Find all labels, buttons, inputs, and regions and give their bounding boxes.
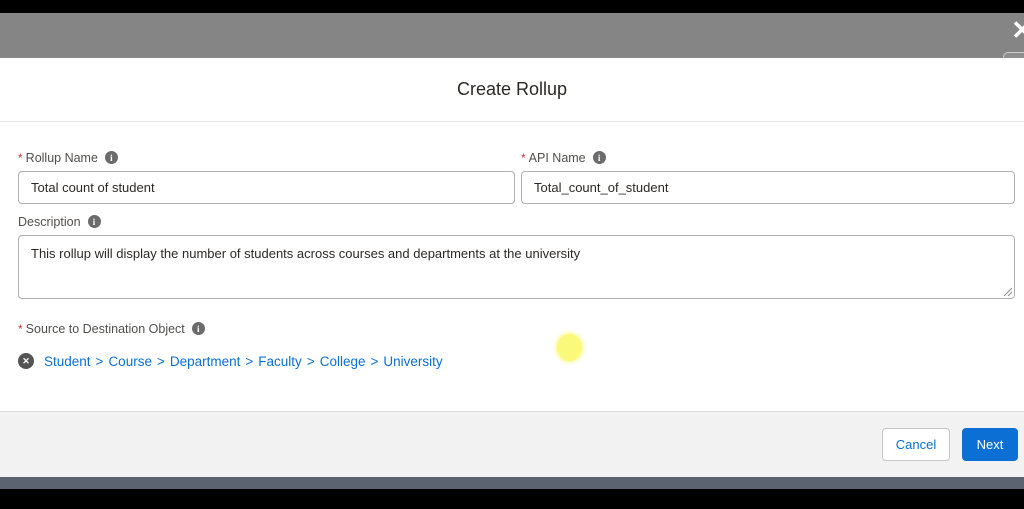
required-marker: * bbox=[521, 150, 526, 165]
rollup-name-label-text: Rollup Name bbox=[25, 150, 98, 165]
required-marker: * bbox=[18, 321, 23, 336]
info-icon[interactable]: i bbox=[104, 151, 118, 164]
breadcrumb: Student > Course > Department > Faculty > Colleg… bbox=[44, 354, 443, 369]
description-label: Description i bbox=[18, 214, 1015, 229]
modal-header: Create Rollup bbox=[0, 58, 1024, 122]
modal-footer: Cancel Next bbox=[0, 411, 1024, 477]
info-icon[interactable]: i bbox=[191, 322, 205, 335]
source-to-destination-label-text: Source to Destination Object bbox=[25, 321, 185, 336]
info-icon[interactable]: i bbox=[592, 151, 606, 164]
textarea-resize-handle[interactable] bbox=[1003, 287, 1012, 296]
bottom-letterbox-bar bbox=[0, 489, 1024, 509]
page-title: Create Rollup bbox=[456, 79, 568, 99]
api-name-input[interactable] bbox=[521, 171, 1015, 204]
source-to-destination-label: * Source to Destination Object i bbox=[18, 321, 1015, 336]
required-marker: * bbox=[18, 150, 23, 165]
breadcrumb-link-course[interactable]: Course bbox=[108, 354, 152, 369]
breadcrumb-link-department[interactable]: Department bbox=[170, 354, 241, 369]
name-fields-row: * Rollup Name i * API Name i bbox=[18, 150, 1015, 204]
description-textarea-wrap: This rollup will display the number of s… bbox=[18, 235, 1015, 299]
breadcrumb-link-university[interactable]: University bbox=[383, 354, 442, 369]
create-rollup-modal: Create Rollup * Rollup Name i * API Name… bbox=[0, 58, 1024, 477]
breadcrumb-link-student[interactable]: Student bbox=[44, 354, 91, 369]
breadcrumb-separator: > bbox=[245, 353, 254, 369]
breadcrumb-separator: > bbox=[370, 353, 379, 369]
breadcrumb-separator: > bbox=[306, 353, 315, 369]
api-name-field-group: * API Name i bbox=[521, 150, 1015, 204]
rollup-name-input[interactable] bbox=[18, 171, 515, 204]
rollup-name-field-group: * Rollup Name i bbox=[18, 150, 515, 204]
bottom-taskbar-strip bbox=[0, 477, 1024, 489]
cancel-button[interactable]: Cancel bbox=[882, 428, 950, 461]
description-textarea[interactable]: This rollup will display the number of s… bbox=[18, 235, 1015, 299]
remove-path-icon[interactable]: ✕ bbox=[18, 353, 34, 369]
description-label-text: Description bbox=[18, 214, 81, 229]
info-icon[interactable]: i bbox=[87, 215, 101, 228]
breadcrumb-link-faculty[interactable]: Faculty bbox=[258, 354, 302, 369]
breadcrumb-link-college[interactable]: College bbox=[320, 354, 366, 369]
window-header-bar: ✕ bbox=[0, 13, 1024, 58]
breadcrumb-separator: > bbox=[95, 353, 104, 369]
description-field-group: Description i This rollup will display t… bbox=[18, 214, 1015, 299]
next-button[interactable]: Next bbox=[962, 428, 1018, 461]
top-letterbox-bar bbox=[0, 0, 1024, 13]
rollup-name-label: * Rollup Name i bbox=[18, 150, 515, 165]
breadcrumb-separator: > bbox=[156, 353, 165, 369]
modal-body: * Rollup Name i * API Name i Description… bbox=[0, 150, 1024, 370]
close-icon[interactable]: ✕ bbox=[1011, 17, 1024, 43]
api-name-label: * API Name i bbox=[521, 150, 1015, 165]
api-name-label-text: API Name bbox=[528, 150, 586, 165]
source-path-row: ✕ Student > Course > Department > Faculty > Coll… bbox=[18, 352, 1015, 370]
